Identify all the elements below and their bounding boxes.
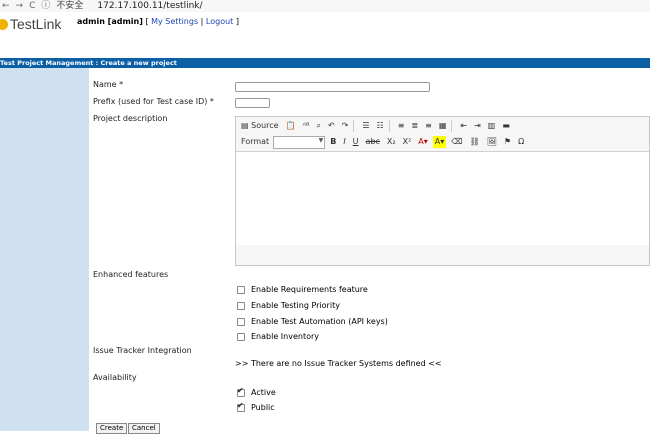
toolbar-separator [451, 120, 453, 132]
special-char-icon[interactable]: Ω [516, 136, 526, 148]
justify-icon[interactable]: ▦ [437, 120, 449, 132]
image-icon[interactable]: 🖼 [485, 136, 499, 148]
insecure-label: 不安全 [56, 0, 84, 11]
test-automation-checkbox[interactable] [237, 317, 245, 326]
text-color-icon[interactable]: A▾ [416, 136, 430, 148]
italic-icon[interactable]: I [341, 136, 347, 148]
requirements-label: Enable Requirements feature [251, 285, 368, 294]
flash-icon[interactable]: ⚑ [502, 136, 513, 148]
superscript-icon[interactable]: X² [401, 136, 414, 148]
close-bracket: ] [235, 17, 239, 26]
public-checkbox[interactable] [237, 401, 245, 412]
source-button[interactable]: ▤ Source [239, 120, 281, 132]
feature-requirements-row[interactable]: Enable Requirements feature [237, 285, 368, 294]
table-icon[interactable]: ▥ [486, 120, 498, 132]
feature-testing-priority-row[interactable]: Enable Testing Priority [237, 301, 340, 310]
source-label: Source [251, 121, 279, 130]
logout-link[interactable]: Logout [206, 17, 233, 26]
chevron-down-icon: ▼ [318, 136, 324, 144]
outdent-icon[interactable]: ⇤ [458, 120, 469, 132]
info-icon[interactable]: ⓘ [41, 1, 50, 12]
issue-tracker-label: Issue Tracker Integration [93, 346, 192, 355]
cancel-button[interactable]: Cancel [128, 423, 160, 434]
requirements-checkbox[interactable] [237, 285, 245, 294]
my-settings-link[interactable]: My Settings [151, 17, 198, 26]
source-icon: ▤ [241, 121, 249, 130]
browser-address-bar: ← → C ⓘ 不安全 172.17.100.11/testlink/ [0, 0, 650, 12]
spellcheck-icon[interactable]: ᴬᴮ [301, 120, 312, 132]
format-label: Format [241, 137, 270, 146]
availability-public-row[interactable]: Public [237, 401, 275, 412]
feature-test-automation-row[interactable]: Enable Test Automation (API keys) [237, 317, 388, 326]
user-info: admin [admin] [ My Settings | Logout ] [77, 17, 239, 26]
left-sidebar [0, 68, 89, 431]
testing-priority-label: Enable Testing Priority [251, 301, 340, 310]
paste-text-icon[interactable]: 📋 [284, 120, 298, 132]
strikethrough-icon[interactable]: abc [364, 136, 382, 148]
description-label: Project description [93, 114, 168, 123]
open-bracket: [ [145, 17, 149, 26]
subscript-icon[interactable]: X₂ [385, 136, 398, 148]
prefix-input[interactable] [235, 98, 270, 108]
separator: | [200, 17, 204, 26]
availability-active-row[interactable]: Active [237, 386, 276, 397]
enhanced-features-label: Enhanced features [93, 270, 169, 279]
editor-text-area[interactable] [236, 151, 649, 246]
reload-icon[interactable]: C [29, 1, 35, 12]
app-header: TestLink admin [admin] [ My Settings | L… [0, 12, 650, 32]
align-right-icon[interactable]: ≡ [423, 120, 434, 132]
toolbar-separator [388, 120, 390, 132]
find-icon[interactable]: ⌕ [314, 120, 322, 132]
description-editor: ▤ Source 📋 ᴬᴮ ⌕ ↶ ↷ ☰ ☷ ≡ ≣ ≡ ▦ ⇤ ⇥ ▥ ▬ … [235, 116, 650, 266]
toolbar-separator [353, 120, 355, 132]
availability-label: Availability [93, 373, 137, 382]
test-automation-label: Enable Test Automation (API keys) [251, 317, 388, 326]
public-label: Public [251, 403, 275, 412]
format-select[interactable]: ▼ [273, 135, 326, 149]
testing-priority-checkbox[interactable] [237, 301, 245, 310]
background-color-icon[interactable]: A▾ [432, 136, 447, 148]
create-button[interactable]: Create [96, 423, 128, 434]
name-input[interactable] [235, 82, 430, 92]
bulleted-list-icon[interactable]: ☷ [375, 120, 386, 132]
user-name: admin [admin] [77, 17, 143, 26]
name-label: Name * [93, 80, 124, 89]
prefix-label: Prefix (used for Test case ID) * [93, 97, 214, 106]
align-left-icon[interactable]: ≡ [396, 120, 407, 132]
back-icon[interactable]: ← [2, 1, 10, 12]
testlink-logo-icon [0, 18, 8, 30]
redo-icon[interactable]: ↷ [340, 120, 351, 132]
link-icon[interactable]: ⛓ [468, 136, 482, 148]
bold-icon[interactable]: B [328, 136, 338, 148]
issue-tracker-message: >> There are no Issue Tracker Systems de… [235, 359, 442, 368]
editor-toolbar-row-1: ▤ Source 📋 ᴬᴮ ⌕ ↶ ↷ ☰ ☷ ≡ ≣ ≡ ▦ ⇤ ⇥ ▥ ▬ [236, 118, 649, 134]
horizontal-rule-icon[interactable]: ▬ [500, 120, 512, 132]
page-title: Test Project Management : Create a new p… [0, 58, 650, 68]
active-checkbox[interactable] [237, 386, 245, 397]
remove-format-icon[interactable]: ⌫ [449, 136, 464, 148]
numbered-list-icon[interactable]: ☰ [360, 120, 371, 132]
editor-footer [236, 245, 649, 265]
active-label: Active [251, 388, 276, 397]
undo-icon[interactable]: ↶ [326, 120, 337, 132]
align-center-icon[interactable]: ≣ [409, 120, 420, 132]
feature-inventory-row[interactable]: Enable Inventory [237, 332, 319, 341]
testlink-logo[interactable]: TestLink [0, 16, 61, 32]
inventory-checkbox[interactable] [237, 332, 245, 341]
editor-toolbar-row-2: Format ▼ B I U abc X₂ X² A▾ A▾ ⌫ ⛓ 🖼 ⚑ Ω [236, 134, 649, 150]
url-field[interactable]: 172.17.100.11/testlink/ [97, 1, 202, 12]
underline-icon[interactable]: U [351, 136, 361, 148]
indent-icon[interactable]: ⇥ [472, 120, 483, 132]
logo-text: TestLink [10, 16, 62, 32]
inventory-label: Enable Inventory [251, 332, 320, 341]
forward-icon[interactable]: → [16, 1, 24, 12]
